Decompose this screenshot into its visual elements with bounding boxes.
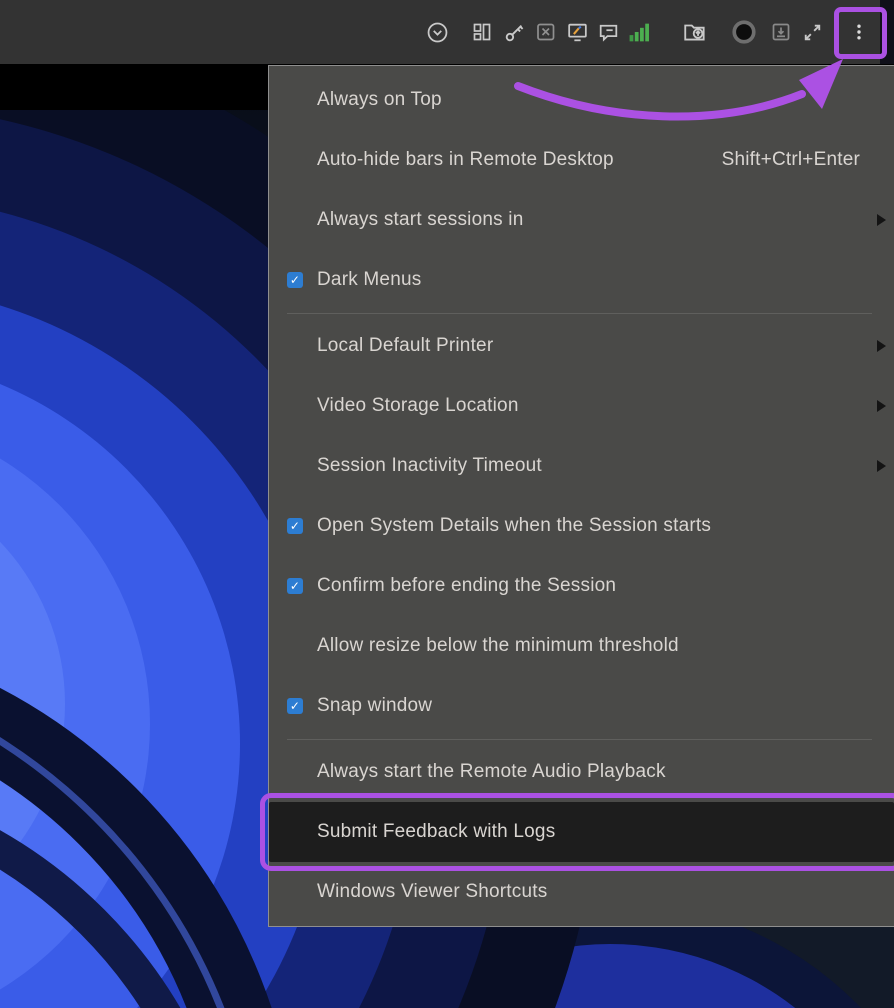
menu-item-label: Always start sessions in (317, 209, 523, 231)
secure-input-box-icon[interactable] (533, 19, 559, 45)
chat-icon[interactable] (595, 19, 621, 45)
menu-item-allow-resize[interactable]: Allow resize below the minimum threshold (269, 616, 894, 676)
menu-item-always-start-sessions-in[interactable]: Always start sessions in (269, 190, 894, 250)
menu-item-dark-menus[interactable]: Dark Menus (269, 250, 894, 310)
menu-item-video-storage-location[interactable]: Video Storage Location (269, 376, 894, 436)
checkbox-icon (287, 272, 303, 288)
menu-item-auto-hide-bars[interactable]: Auto-hide bars in Remote Desktop Shift+C… (269, 130, 894, 190)
file-transfer-icon[interactable] (682, 19, 708, 45)
ctrl-alt-del-key-icon[interactable] (501, 19, 527, 45)
menu-item-label: Open System Details when the Session sta… (317, 515, 711, 537)
menu-item-label: Local Default Printer (317, 335, 493, 357)
session-record-icon[interactable] (731, 19, 757, 45)
menu-item-label: Dark Menus (317, 269, 421, 291)
menu-item-always-on-top[interactable]: Always on Top (269, 70, 894, 130)
session-options-menu: Always on Top Auto-hide bars in Remote D… (268, 65, 894, 927)
menu-item-label: Snap window (317, 695, 432, 717)
menu-item-label: Session Inactivity Timeout (317, 455, 542, 477)
menu-item-confirm-before-ending[interactable]: Confirm before ending the Session (269, 556, 894, 616)
download-icon[interactable] (768, 19, 794, 45)
session-toolbar (0, 0, 894, 64)
submenu-arrow-icon (877, 400, 886, 412)
menu-item-windows-viewer-shortcuts[interactable]: Windows Viewer Shortcuts (269, 862, 894, 922)
menu-item-open-system-details[interactable]: Open System Details when the Session sta… (269, 496, 894, 556)
menu-item-remote-audio-playback[interactable]: Always start the Remote Audio Playback (269, 742, 894, 802)
menu-item-snap-window[interactable]: Snap window (269, 676, 894, 736)
checkbox-icon (287, 698, 303, 714)
menu-item-session-inactivity-timeout[interactable]: Session Inactivity Timeout (269, 436, 894, 496)
menu-item-label: Always on Top (317, 89, 442, 111)
submenu-arrow-icon (877, 340, 886, 352)
menu-item-label: Always start the Remote Audio Playback (317, 761, 666, 783)
submenu-arrow-icon (877, 460, 886, 472)
menu-item-shortcut: Shift+Ctrl+Enter (722, 149, 860, 171)
multi-monitor-layout-icon[interactable] (469, 19, 495, 45)
toolbar-edge-strip (880, 0, 894, 64)
menu-item-submit-feedback-with-logs[interactable]: Submit Feedback with Logs (269, 802, 894, 862)
menu-item-label: Submit Feedback with Logs (317, 821, 555, 843)
checkbox-icon (287, 518, 303, 534)
menu-item-label: Allow resize below the minimum threshold (317, 635, 679, 657)
screen-annotate-icon[interactable] (564, 19, 590, 45)
menu-separator (287, 739, 872, 740)
menu-item-label: Auto-hide bars in Remote Desktop (317, 149, 614, 171)
checkbox-icon (287, 578, 303, 594)
menu-item-label: Video Storage Location (317, 395, 519, 417)
menu-item-label: Windows Viewer Shortcuts (317, 881, 547, 903)
menu-separator (287, 313, 872, 314)
menu-item-local-default-printer[interactable]: Local Default Printer (269, 316, 894, 376)
submenu-arrow-icon (877, 214, 886, 226)
session-timer-icon[interactable] (424, 19, 450, 45)
menu-item-label: Confirm before ending the Session (317, 575, 616, 597)
more-options-kebab-icon[interactable] (846, 19, 872, 45)
fullscreen-icon[interactable] (799, 19, 825, 45)
connection-quality-icon[interactable] (626, 19, 652, 45)
